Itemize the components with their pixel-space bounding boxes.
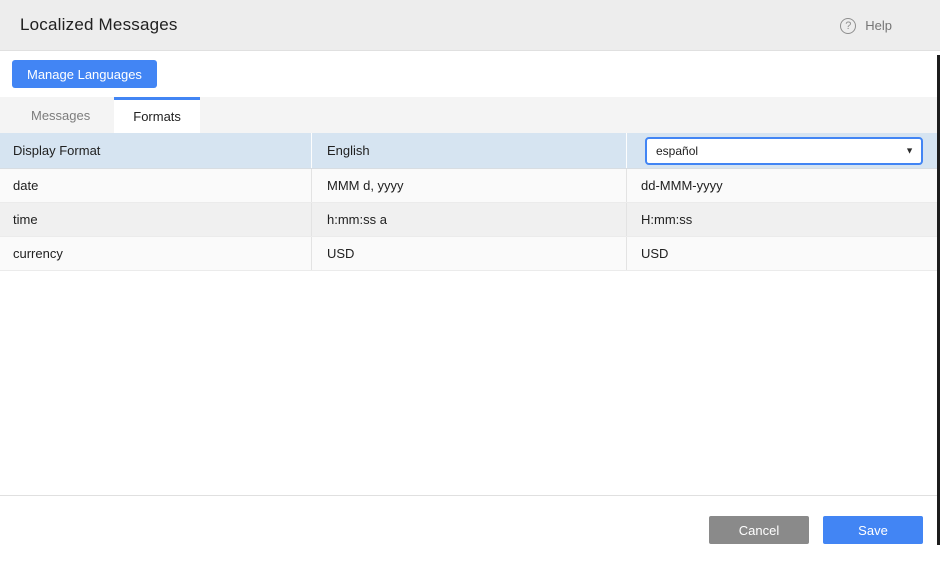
tab-bar: Messages Formats — [0, 97, 940, 133]
column-header-language: español ▼ — [627, 133, 940, 168]
footer-divider — [0, 495, 940, 496]
help-button[interactable]: ? Help — [840, 0, 892, 51]
save-button[interactable]: Save — [823, 516, 923, 544]
manage-languages-button[interactable]: Manage Languages — [12, 60, 157, 88]
language-select-value: español — [656, 144, 698, 158]
english-format-cell: h:mm:ss a — [312, 203, 627, 236]
formats-table: Display Format English español ▼ date MM… — [0, 133, 940, 271]
question-mark-circle-icon: ? — [840, 18, 856, 34]
toolbar: Manage Languages — [0, 52, 940, 97]
dropdown-arrow-icon: ▼ — [905, 146, 914, 155]
selected-language-format-cell: H:mm:ss — [627, 203, 940, 236]
table-row: time h:mm:ss a H:mm:ss — [0, 203, 940, 237]
table-row: date MMM d, yyyy dd-MMM-yyyy — [0, 169, 940, 203]
column-header-english: English — [312, 133, 627, 168]
column-header-display-format: Display Format — [0, 133, 312, 168]
tab-messages[interactable]: Messages — [7, 97, 114, 133]
format-name-cell: time — [0, 203, 312, 236]
format-name-cell: date — [0, 169, 312, 202]
cancel-button[interactable]: Cancel — [709, 516, 809, 544]
tab-formats[interactable]: Formats — [114, 97, 200, 133]
selected-language-format-cell: USD — [627, 237, 940, 270]
selected-language-format-cell: dd-MMM-yyyy — [627, 169, 940, 202]
english-format-cell: MMM d, yyyy — [312, 169, 627, 202]
language-select[interactable]: español ▼ — [645, 137, 923, 165]
english-format-cell: USD — [312, 237, 627, 270]
help-label: Help — [865, 18, 892, 33]
localized-messages-screen: Localized Messages ? Help Manage Languag… — [0, 0, 940, 563]
table-row: currency USD USD — [0, 237, 940, 271]
format-name-cell: currency — [0, 237, 312, 270]
app-header: Localized Messages ? Help — [0, 0, 940, 51]
table-header-row: Display Format English español ▼ — [0, 133, 940, 169]
page-title: Localized Messages — [20, 15, 178, 35]
